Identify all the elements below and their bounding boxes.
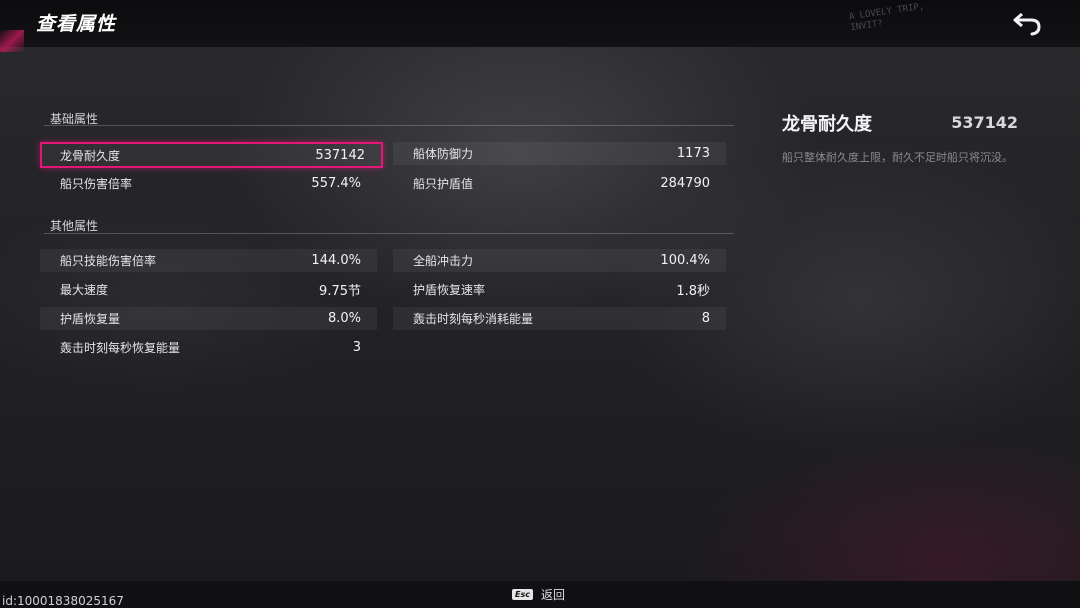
back-arrow-icon	[1013, 12, 1041, 36]
stat-value: 1173	[676, 146, 710, 161]
stat-value: 8	[701, 311, 710, 326]
stat-row-ship-damage-rate[interactable]: 船只伤害倍率 557.4%	[40, 172, 377, 195]
stat-row-shield-recovery-speed[interactable]: 护盾恢复速率 1.8秒	[393, 278, 726, 301]
stat-value: 144.0%	[311, 253, 361, 268]
stat-row-bombard-energy-cost[interactable]: 轰击时刻每秒消耗能量 8	[393, 307, 726, 330]
page-title: 查看属性	[36, 13, 117, 35]
stat-row-keel-durability[interactable]: 龙骨耐久度 537142	[40, 142, 383, 168]
stat-label: 船体防御力	[413, 147, 474, 161]
stat-label: 船只护盾值	[413, 177, 474, 191]
stat-label: 轰击时刻每秒消耗能量	[413, 312, 534, 326]
section-title-other: 其他属性	[50, 219, 99, 233]
stat-label: 轰击时刻每秒恢复能量	[60, 341, 181, 355]
stat-value: 100.4%	[660, 253, 710, 268]
stat-row-skill-damage-rate[interactable]: 船只技能伤害倍率 144.0%	[40, 249, 377, 272]
stat-label: 全船冲击力	[413, 254, 474, 268]
stat-row-impact-force[interactable]: 全船冲击力 100.4%	[393, 249, 726, 272]
logo-accent-stripe	[0, 30, 24, 52]
detail-description: 船只整体耐久度上限，耐久不足时船只将沉没。	[782, 151, 1013, 164]
stat-label: 护盾恢复速率	[413, 283, 486, 297]
stat-value: 9.75节	[319, 284, 361, 299]
stat-value: 284790	[660, 176, 710, 191]
stat-row-bombard-energy-recovery[interactable]: 轰击时刻每秒恢复能量 3	[40, 336, 377, 359]
section-divider	[44, 125, 734, 126]
detail-stat-name: 龙骨耐久度	[782, 114, 872, 135]
detail-stat-value: 537142	[951, 113, 1018, 132]
stat-label: 最大速度	[60, 283, 109, 297]
stat-label: 船只技能伤害倍率	[60, 254, 157, 268]
stat-value: 537142	[315, 147, 365, 163]
esc-key-icon: Esc	[512, 589, 533, 600]
back-label: 返回	[540, 588, 565, 602]
stat-label: 船只伤害倍率	[60, 177, 133, 191]
section-divider	[44, 233, 734, 234]
stat-value: 557.4%	[311, 176, 361, 191]
user-id: id:10001838025167	[2, 594, 124, 608]
stat-row-shield-recovery-amount[interactable]: 护盾恢复量 8.0%	[40, 307, 377, 330]
back-button[interactable]	[1012, 10, 1044, 38]
stat-row-ship-shield[interactable]: 船只护盾值 284790	[393, 172, 726, 195]
stat-value: 8.0%	[327, 311, 361, 326]
stat-label: 龙骨耐久度	[60, 148, 121, 163]
stat-value: 1.8秒	[676, 284, 710, 299]
stat-label: 护盾恢复量	[60, 312, 121, 326]
stat-row-max-speed[interactable]: 最大速度 9.75节	[40, 278, 377, 301]
stat-value: 3	[352, 340, 361, 355]
esc-back-hint[interactable]: Esc 返回	[512, 586, 565, 603]
stat-row-hull-defense[interactable]: 船体防御力 1173	[393, 142, 726, 165]
